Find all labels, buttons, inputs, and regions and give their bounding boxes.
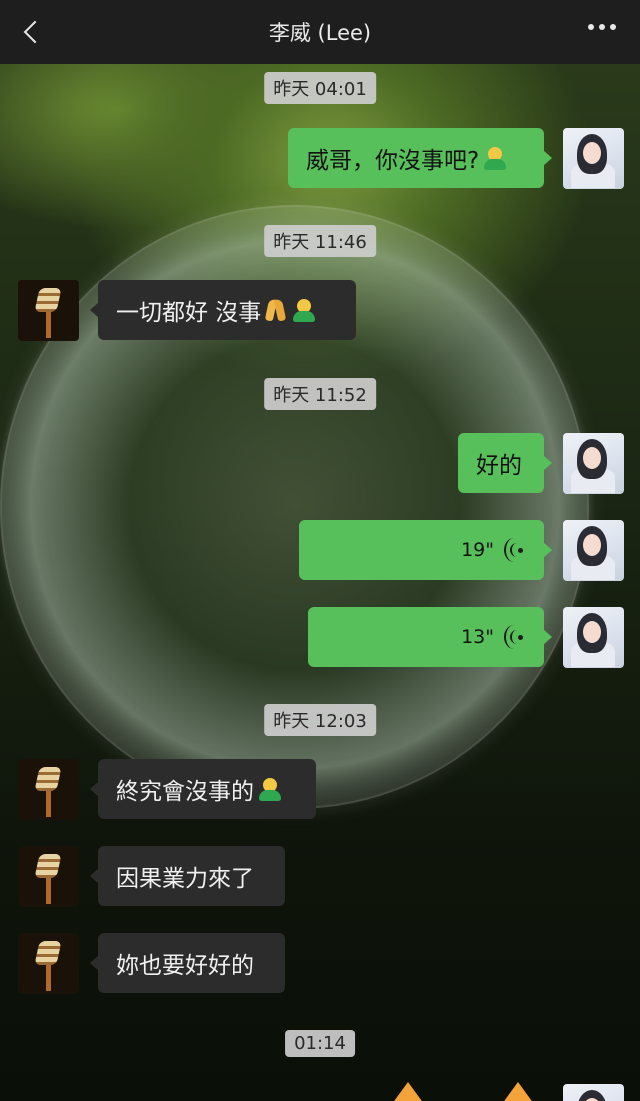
chat-title: 李威 (Lee) [268, 21, 372, 45]
voice-duration: 19" [461, 539, 494, 561]
message-bubble-received[interactable]: 一切都好 沒事 [90, 280, 356, 340]
nav-bar: 李威 (Lee) [0, 0, 640, 64]
avatar-lee[interactable] [18, 933, 79, 994]
person-emoji-icon [257, 776, 283, 802]
more-dots-icon[interactable] [588, 24, 616, 30]
message-bubble-received[interactable]: 妳也要好好的 [90, 933, 285, 993]
message-text: 終究會沒事的 [116, 779, 254, 805]
message-text: 因果業力來了 [116, 866, 254, 892]
person-emoji-icon [291, 297, 317, 323]
avatar-lee[interactable] [18, 759, 79, 820]
voice-duration: 13" [461, 626, 494, 648]
message-text: 一切都好 沒事 [116, 300, 262, 326]
timestamp: 昨天 12:03 [264, 704, 376, 736]
avatar-me[interactable] [563, 1084, 624, 1101]
avatar-me[interactable] [563, 520, 624, 581]
back-chevron-icon[interactable] [18, 18, 46, 46]
message-bubble-received[interactable]: 終究會沒事的 [90, 759, 316, 819]
folded-hands-emoji-icon [264, 297, 288, 323]
message-text: 威哥，你沒事吧? [306, 148, 480, 174]
timestamp: 昨天 04:01 [264, 72, 376, 104]
timestamp: 昨天 11:46 [264, 225, 376, 257]
timestamp: 01:14 [285, 1030, 355, 1057]
avatar-lee[interactable] [18, 280, 79, 341]
timestamp: 昨天 11:52 [264, 378, 376, 410]
avatar-me[interactable] [563, 433, 624, 494]
person-emoji-icon [482, 145, 508, 171]
voice-wave-icon [504, 538, 526, 562]
sticker-partial[interactable] [392, 1082, 534, 1101]
avatar-lee[interactable] [18, 846, 79, 907]
avatar-me[interactable] [563, 128, 624, 189]
message-bubble-sent[interactable]: 威哥，你沒事吧? [288, 128, 552, 188]
message-bubble-sent[interactable]: 好的 [458, 433, 552, 493]
chat-screen: 李威 (Lee) 昨天 04:01 威哥，你沒事吧? 昨天 11:46 一切都好… [0, 0, 640, 1101]
message-text: 好的 [476, 453, 522, 479]
voice-wave-icon [504, 625, 526, 649]
message-text: 妳也要好好的 [116, 953, 254, 979]
voice-message-bubble[interactable]: 13" [308, 607, 552, 667]
avatar-me[interactable] [563, 607, 624, 668]
message-bubble-received[interactable]: 因果業力來了 [90, 846, 285, 906]
voice-message-bubble[interactable]: 19" [299, 520, 552, 580]
